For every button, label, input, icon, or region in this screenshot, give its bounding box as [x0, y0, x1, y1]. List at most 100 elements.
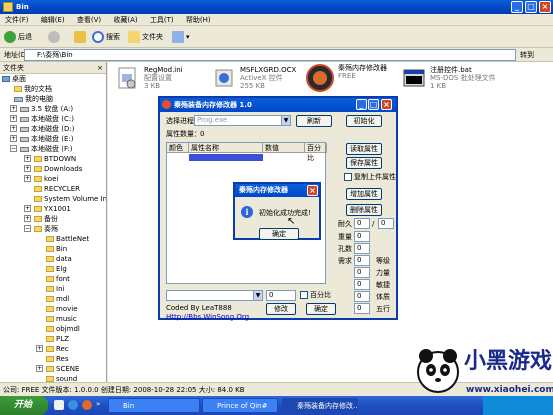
- durability-input[interactable]: 0: [354, 218, 370, 229]
- weight-input[interactable]: 0: [354, 231, 370, 242]
- task-editor[interactable]: 秦殇装备内存修改...: [282, 398, 358, 413]
- expand-icon[interactable]: +: [10, 135, 17, 142]
- copy-prev-checkbox[interactable]: [344, 173, 352, 181]
- tree-node[interactable]: + koei: [24, 174, 58, 184]
- tree-node[interactable]: + 本地磁盘 (E:): [10, 134, 73, 144]
- tree-node[interactable]: + YX1001: [24, 204, 71, 214]
- file-item[interactable]: 秦殇内存修改器 FREE: [306, 64, 396, 94]
- tree-node[interactable]: BattleNet: [46, 234, 89, 244]
- tree-node[interactable]: + 本地磁盘 (C:): [10, 114, 74, 124]
- expand-icon[interactable]: +: [36, 345, 43, 352]
- tree-node[interactable]: sound: [46, 374, 77, 382]
- add-attr-button[interactable]: 增加属性: [346, 188, 382, 200]
- maximize-button[interactable]: □: [525, 1, 537, 13]
- max-durability-input[interactable]: 0: [378, 218, 394, 229]
- requirement-input[interactable]: 0: [354, 255, 370, 266]
- file-item[interactable]: RegMod.ini 配置设置 3 KB: [116, 66, 211, 94]
- attr-value-input[interactable]: 0: [266, 290, 296, 301]
- tree-node[interactable]: 我的文档: [14, 84, 52, 94]
- minimize-button[interactable]: _: [511, 1, 523, 13]
- menu-help[interactable]: 帮助(H): [181, 14, 216, 26]
- tree-node[interactable]: Elg: [46, 264, 67, 274]
- percent-checkbox[interactable]: [300, 291, 308, 299]
- delete-attr-button[interactable]: 删除属性: [346, 204, 382, 216]
- dropdown-arrow-icon[interactable]: ▼: [281, 115, 291, 126]
- req-agility-input[interactable]: 0: [354, 279, 370, 290]
- tree-node[interactable]: RECYCLER: [34, 184, 80, 194]
- column-value[interactable]: 数值: [263, 143, 305, 153]
- req-strength-input[interactable]: 0: [354, 267, 370, 278]
- expand-icon[interactable]: +: [24, 155, 31, 162]
- tree-node[interactable]: font: [46, 274, 70, 284]
- req-constitution-input[interactable]: 0: [354, 291, 370, 302]
- media-player-icon[interactable]: [82, 400, 92, 410]
- file-item[interactable]: MSFLXGRD.OCX ActiveX 控件 255 KB: [212, 66, 302, 94]
- start-button[interactable]: 开始: [0, 396, 48, 415]
- ie-icon[interactable]: [68, 400, 78, 410]
- close-pane-button[interactable]: ×: [97, 62, 103, 74]
- tree-node[interactable]: +3.5 软盘 (A:): [10, 104, 73, 114]
- tree-node[interactable]: data: [46, 254, 72, 264]
- tree-node[interactable]: + 备份: [24, 214, 58, 224]
- req-elements-input[interactable]: 0: [354, 303, 370, 314]
- close-button[interactable]: ×: [307, 185, 318, 196]
- tree-node[interactable]: + 本地磁盘 (D:): [10, 124, 74, 134]
- tree-node[interactable]: + Downloads: [24, 164, 82, 174]
- view-button[interactable]: ▾: [172, 29, 190, 45]
- dropdown-arrow-icon[interactable]: ▼: [253, 290, 263, 301]
- dialog-ok-button[interactable]: 确定: [259, 228, 299, 240]
- menu-file[interactable]: 文件(F): [0, 14, 34, 26]
- minimize-button[interactable]: _: [356, 99, 367, 110]
- init-button[interactable]: 初始化: [346, 115, 382, 127]
- menu-favorites[interactable]: 收藏(A): [108, 14, 142, 26]
- show-desktop-icon[interactable]: [54, 400, 64, 410]
- tree-node[interactable]: music: [46, 314, 77, 324]
- forum-link[interactable]: Http://Bbs.WinSong.Org: [166, 312, 249, 322]
- tree-node[interactable]: 桌面: [2, 74, 26, 84]
- expand-icon[interactable]: +: [36, 365, 43, 372]
- forward-button[interactable]: [48, 29, 62, 45]
- go-button[interactable]: 转到: [520, 49, 534, 61]
- collapse-icon[interactable]: −: [24, 225, 31, 232]
- expand-icon[interactable]: +: [24, 165, 31, 172]
- folders-button[interactable]: 文件夹: [128, 29, 163, 45]
- column-percent[interactable]: 百分比: [305, 143, 327, 162]
- tree-node[interactable]: 我的电脑: [14, 94, 53, 104]
- tree-node[interactable]: System Volume Information: [34, 194, 106, 204]
- file-item[interactable]: 注册控件.bat MS-DOS 批处理文件 1 KB: [402, 66, 512, 94]
- save-attr-button[interactable]: 保存属性: [346, 157, 382, 169]
- tree-node[interactable]: + SCENE: [36, 364, 79, 374]
- back-button[interactable]: 后退: [4, 29, 32, 45]
- search-button[interactable]: 搜索: [92, 29, 120, 45]
- collapse-icon[interactable]: −: [10, 145, 17, 152]
- tree-node[interactable]: movie: [46, 304, 78, 314]
- tree-node[interactable]: − 奏殇: [24, 224, 58, 234]
- task-game[interactable]: Prince of Qin#: [202, 398, 278, 413]
- tree-node[interactable]: Ini: [46, 284, 64, 294]
- menu-edit[interactable]: 编辑(E): [36, 14, 70, 26]
- column-color[interactable]: 颜色: [167, 143, 189, 153]
- expand-icon[interactable]: +: [10, 125, 17, 132]
- menu-tools[interactable]: 工具(T): [145, 14, 179, 26]
- close-button[interactable]: ×: [381, 99, 392, 110]
- tree-node[interactable]: + Rec: [36, 344, 69, 354]
- expand-icon[interactable]: +: [24, 175, 31, 182]
- tree-node[interactable]: objmdl: [46, 324, 80, 334]
- quicklaunch-expand-icon[interactable]: »: [96, 400, 104, 410]
- tree-node[interactable]: PLZ: [46, 334, 69, 344]
- tree-node[interactable]: + BTDOWN: [24, 154, 76, 164]
- expand-icon[interactable]: +: [10, 115, 17, 122]
- tree-node[interactable]: Res: [46, 354, 69, 364]
- task-explorer[interactable]: Bin: [108, 398, 200, 413]
- expand-icon[interactable]: +: [24, 205, 31, 212]
- read-attr-button[interactable]: 读取属性: [346, 143, 382, 155]
- tree-node[interactable]: mdl: [46, 294, 69, 304]
- expand-icon[interactable]: +: [10, 105, 17, 112]
- address-input[interactable]: F:\奏殇\Bin: [24, 49, 516, 61]
- maximize-button[interactable]: □: [368, 99, 379, 110]
- menu-view[interactable]: 查看(V): [72, 14, 106, 26]
- process-select[interactable]: Prog.exe: [194, 115, 290, 126]
- selected-row[interactable]: [189, 154, 263, 161]
- refresh-button[interactable]: 刷新: [296, 115, 332, 127]
- confirm-button[interactable]: 确定: [306, 303, 336, 315]
